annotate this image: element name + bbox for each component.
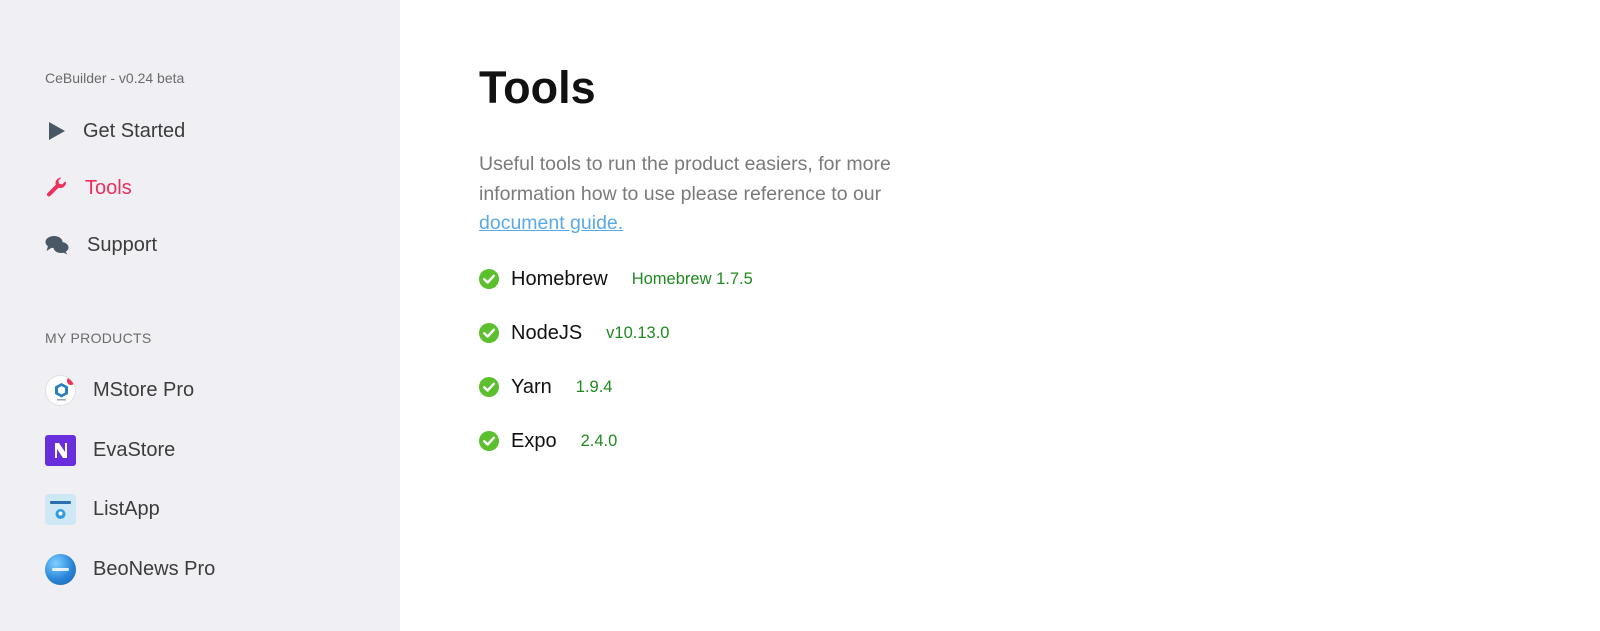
sidebar-item-label: Support xyxy=(87,233,158,256)
play-icon xyxy=(45,119,69,143)
product-label: EvaStore xyxy=(93,438,176,461)
tool-row-expo: Expo 2.4.0 xyxy=(479,428,617,454)
products-section-title: MY PRODUCTS xyxy=(45,330,152,346)
sidebar: CeBuilder - v0.24 beta Get Started Tools… xyxy=(0,0,400,631)
product-item-mstore-pro[interactable]: MStore Pro xyxy=(45,373,194,407)
tool-version: v10.13.0 xyxy=(606,323,670,342)
check-circle-icon xyxy=(479,377,499,397)
tool-name: Yarn xyxy=(511,375,552,398)
product-label: BeoNews Pro xyxy=(93,557,216,580)
chat-bubbles-icon xyxy=(45,233,69,257)
page-title: Tools xyxy=(479,62,596,113)
product-item-beonews-pro[interactable]: BeoNews Pro xyxy=(45,552,215,586)
sidebar-item-label: Get Started xyxy=(83,119,186,142)
listapp-logo-icon xyxy=(45,493,76,525)
beonews-logo-icon xyxy=(45,553,76,585)
description-text: Useful tools to run the product easiers,… xyxy=(479,153,891,205)
tool-row-homebrew: Homebrew Homebrew 1.7.5 xyxy=(479,266,753,292)
check-circle-icon xyxy=(479,323,499,343)
check-circle-icon xyxy=(479,431,499,451)
product-item-listapp[interactable]: ListApp xyxy=(45,492,160,526)
check-circle-icon xyxy=(479,269,499,289)
tool-name: NodeJS xyxy=(511,321,583,344)
tool-version: Homebrew 1.7.5 xyxy=(631,269,753,288)
product-item-evastore[interactable]: EvaStore xyxy=(45,433,175,467)
app-version: CeBuilder - v0.24 beta xyxy=(45,70,185,86)
sidebar-item-support[interactable]: Support xyxy=(45,230,157,260)
document-guide-link[interactable]: document guide. xyxy=(479,212,623,234)
mstore-logo-icon xyxy=(45,374,76,406)
tool-row-nodejs: NodeJS v10.13.0 xyxy=(479,320,669,346)
page-description: Useful tools to run the product easiers,… xyxy=(479,150,919,239)
tool-version: 1.9.4 xyxy=(575,377,613,396)
tool-version: 2.4.0 xyxy=(580,431,618,450)
sidebar-item-tools[interactable]: Tools xyxy=(45,173,132,203)
sidebar-item-get-started[interactable]: Get Started xyxy=(45,116,185,146)
product-label: ListApp xyxy=(93,497,160,520)
tool-name: Expo xyxy=(511,429,557,452)
tool-name: Homebrew xyxy=(511,267,608,290)
tool-row-yarn: Yarn 1.9.4 xyxy=(479,374,612,400)
product-label: MStore Pro xyxy=(93,378,195,401)
evastore-logo-icon xyxy=(45,434,76,466)
wrench-icon xyxy=(45,176,69,200)
sidebar-item-label: Tools xyxy=(85,176,132,199)
